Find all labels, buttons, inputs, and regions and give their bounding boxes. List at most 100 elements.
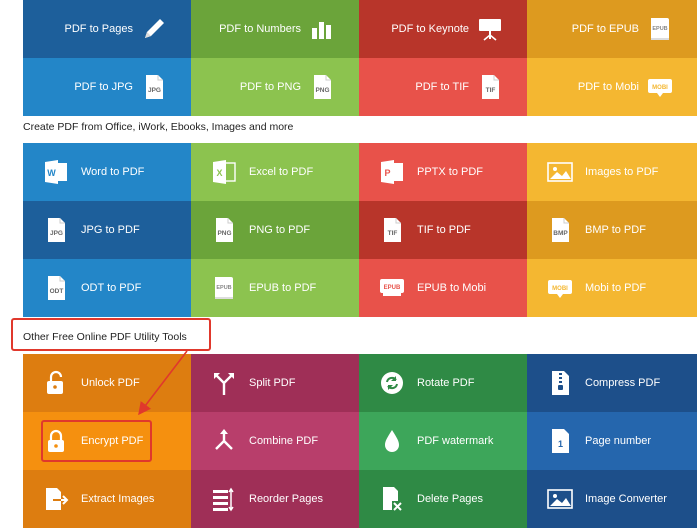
create-pdf-grid: W Word to PDF X Excel to PDF P PPTX to PDF Ima… bbox=[23, 143, 697, 317]
tile-label: PDF to EPUB bbox=[571, 23, 639, 35]
tile-pdf-to-tif[interactable]: TIF PDF to TIF bbox=[359, 58, 527, 116]
merge-icon bbox=[211, 428, 237, 454]
tile-label: Image Converter bbox=[585, 493, 667, 505]
unlock-icon bbox=[43, 370, 69, 396]
png-file-icon: PNG bbox=[309, 74, 335, 100]
png-file-icon: PNG bbox=[211, 217, 237, 243]
bar-chart-icon bbox=[309, 16, 335, 42]
tile-label: PDF to Mobi bbox=[577, 81, 639, 93]
tile-pdf-to-epub[interactable]: EPUB PDF to EPUB bbox=[527, 0, 697, 58]
tile-label: JPG to PDF bbox=[81, 224, 140, 236]
tile-label: PDF to Pages bbox=[64, 23, 133, 35]
tile-label: EPUB to Mobi bbox=[417, 282, 487, 294]
tile-label: Page number bbox=[585, 435, 652, 447]
tif-file-icon: TIF bbox=[379, 217, 405, 243]
tile-label: Split PDF bbox=[249, 377, 296, 389]
tile-label: Extract Images bbox=[81, 493, 155, 505]
tile-pdf-to-pages[interactable]: PDF to Pages bbox=[23, 0, 191, 58]
svg-text:EPUB: EPUB bbox=[652, 26, 667, 32]
tile-image-converter[interactable]: Image Converter bbox=[527, 470, 697, 528]
image-icon bbox=[547, 159, 573, 185]
tile-pdf-to-png[interactable]: PNG PDF to PNG bbox=[191, 58, 359, 116]
tile-excel-to-pdf[interactable]: X Excel to PDF bbox=[191, 143, 359, 201]
tile-label: Excel to PDF bbox=[249, 166, 314, 178]
highlight-box-tools-heading bbox=[11, 318, 211, 351]
tile-pptx-to-pdf[interactable]: P PPTX to PDF bbox=[359, 143, 527, 201]
tile-page-number[interactable]: 1 Page number bbox=[527, 412, 697, 470]
svg-text:W: W bbox=[47, 168, 56, 178]
svg-text:EPUB: EPUB bbox=[216, 285, 231, 291]
tile-label: Reorder Pages bbox=[249, 493, 323, 505]
tile-pdf-to-mobi[interactable]: MOBI PDF to Mobi bbox=[527, 58, 697, 116]
mobi-file-icon: MOBI bbox=[647, 74, 673, 100]
tile-pdf-watermark[interactable]: PDF watermark bbox=[359, 412, 527, 470]
image-icon bbox=[547, 486, 573, 512]
tile-label: PDF to PNG bbox=[239, 81, 301, 93]
word-icon: W bbox=[43, 159, 69, 185]
tile-png-to-pdf[interactable]: PNG PNG to PDF bbox=[191, 201, 359, 259]
presentation-icon bbox=[477, 16, 503, 42]
jpg-file-icon: JPG bbox=[141, 74, 167, 100]
section-heading-create: Create PDF from Office, iWork, Ebooks, I… bbox=[23, 121, 294, 133]
svg-text:MOBI: MOBI bbox=[552, 286, 568, 292]
tile-label: ODT to PDF bbox=[81, 282, 142, 294]
split-icon bbox=[211, 370, 237, 396]
tile-unlock-pdf[interactable]: Unlock PDF bbox=[23, 354, 191, 412]
tile-rotate-pdf[interactable]: Rotate PDF bbox=[359, 354, 527, 412]
tif-file-icon: TIF bbox=[477, 74, 503, 100]
svg-text:PNG: PNG bbox=[217, 230, 231, 237]
svg-text:1: 1 bbox=[558, 439, 563, 449]
svg-text:ODT: ODT bbox=[50, 288, 64, 295]
svg-text:PNG: PNG bbox=[315, 87, 329, 94]
jpg-file-icon: JPG bbox=[43, 217, 69, 243]
tile-label: Images to PDF bbox=[585, 166, 659, 178]
tile-pdf-to-keynote[interactable]: PDF to Keynote bbox=[359, 0, 527, 58]
svg-text:X: X bbox=[216, 168, 222, 178]
svg-text:MOBI: MOBI bbox=[652, 85, 668, 91]
convert-from-pdf-grid: PDF to Pages PDF to Numbers PDF to Keynote… bbox=[23, 0, 697, 116]
tile-pdf-to-numbers[interactable]: PDF to Numbers bbox=[191, 0, 359, 58]
pen-icon bbox=[141, 16, 167, 42]
tile-odt-to-pdf[interactable]: ODT ODT to PDF bbox=[23, 259, 191, 317]
droplet-icon bbox=[379, 428, 405, 454]
tile-split-pdf[interactable]: Split PDF bbox=[191, 354, 359, 412]
tile-compress-pdf[interactable]: Compress PDF bbox=[527, 354, 697, 412]
svg-text:P: P bbox=[384, 168, 390, 178]
tile-label: PDF to Numbers bbox=[219, 23, 301, 35]
svg-text:TIF: TIF bbox=[388, 230, 398, 237]
tile-label: PDF to Keynote bbox=[391, 23, 469, 35]
tile-pdf-to-jpg[interactable]: JPG PDF to JPG bbox=[23, 58, 191, 116]
tile-combine-pdf[interactable]: Combine PDF bbox=[191, 412, 359, 470]
tile-label: PPTX to PDF bbox=[417, 166, 484, 178]
tile-label: PNG to PDF bbox=[249, 224, 311, 236]
tile-label: PDF to JPG bbox=[74, 81, 133, 93]
svg-text:BMP: BMP bbox=[553, 230, 568, 237]
mobi-file-icon: MOBI bbox=[547, 275, 573, 301]
tile-label: Rotate PDF bbox=[417, 377, 475, 389]
powerpoint-icon: P bbox=[379, 159, 405, 185]
epub-file-icon: EPUB bbox=[647, 16, 673, 42]
tile-bmp-to-pdf[interactable]: BMP BMP to PDF bbox=[527, 201, 697, 259]
tile-label: PDF to TIF bbox=[415, 81, 469, 93]
tile-label: PDF watermark bbox=[417, 435, 494, 447]
extract-icon bbox=[43, 486, 69, 512]
tile-mobi-to-pdf[interactable]: MOBI Mobi to PDF bbox=[527, 259, 697, 317]
odt-file-icon: ODT bbox=[43, 275, 69, 301]
tile-epub-to-mobi[interactable]: EPUB EPUB to Mobi bbox=[359, 259, 527, 317]
tile-label: Delete Pages bbox=[417, 493, 484, 505]
tile-tif-to-pdf[interactable]: TIF TIF to PDF bbox=[359, 201, 527, 259]
delete-page-icon bbox=[379, 486, 405, 512]
svg-text:JPG: JPG bbox=[148, 87, 161, 94]
tile-jpg-to-pdf[interactable]: JPG JPG to PDF bbox=[23, 201, 191, 259]
tile-images-to-pdf[interactable]: Images to PDF bbox=[527, 143, 697, 201]
page-number-icon: 1 bbox=[547, 428, 573, 454]
tile-reorder-pages[interactable]: Reorder Pages bbox=[191, 470, 359, 528]
tile-label: BMP to PDF bbox=[585, 224, 646, 236]
tile-label: Compress PDF bbox=[585, 377, 661, 389]
tile-extract-images[interactable]: Extract Images bbox=[23, 470, 191, 528]
tile-word-to-pdf[interactable]: W Word to PDF bbox=[23, 143, 191, 201]
tile-label: TIF to PDF bbox=[417, 224, 471, 236]
tile-epub-to-pdf[interactable]: EPUB EPUB to PDF bbox=[191, 259, 359, 317]
tile-delete-pages[interactable]: Delete Pages bbox=[359, 470, 527, 528]
svg-text:EPUB: EPUB bbox=[384, 285, 401, 291]
